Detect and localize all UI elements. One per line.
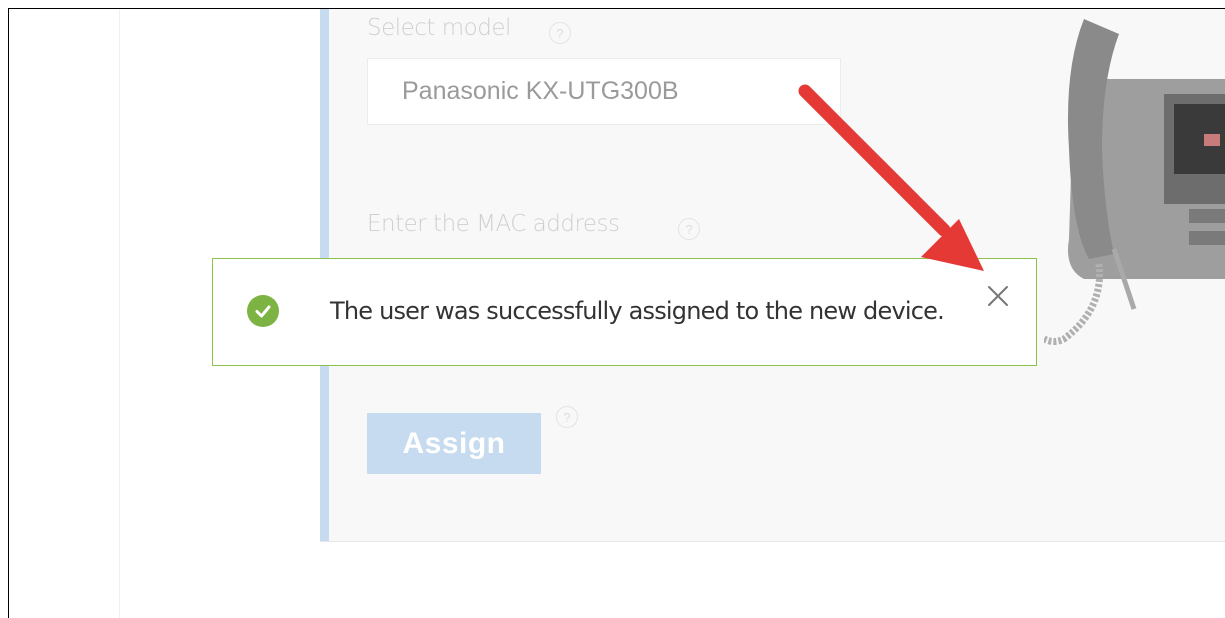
help-icon[interactable]: ? — [556, 406, 578, 428]
help-icon[interactable]: ? — [549, 22, 571, 44]
success-toast: The user was successfully assigned to th… — [212, 258, 1037, 366]
assign-button[interactable]: Assign — [367, 413, 541, 474]
left-sidebar-area — [9, 9, 120, 618]
model-field-label: Select model — [367, 15, 511, 41]
help-icon[interactable]: ? — [678, 218, 700, 240]
model-select[interactable]: Panasonic KX-UTG300B — [367, 58, 841, 125]
close-icon[interactable] — [985, 283, 1011, 309]
mac-field-label: Enter the MAC address — [367, 211, 620, 237]
toast-message: The user was successfully assigned to th… — [330, 297, 945, 325]
check-circle-icon — [247, 295, 279, 327]
desk-phone-image — [1044, 19, 1225, 345]
app-frame: Select model ? Panasonic KX-UTG300B Ente… — [8, 8, 1225, 618]
